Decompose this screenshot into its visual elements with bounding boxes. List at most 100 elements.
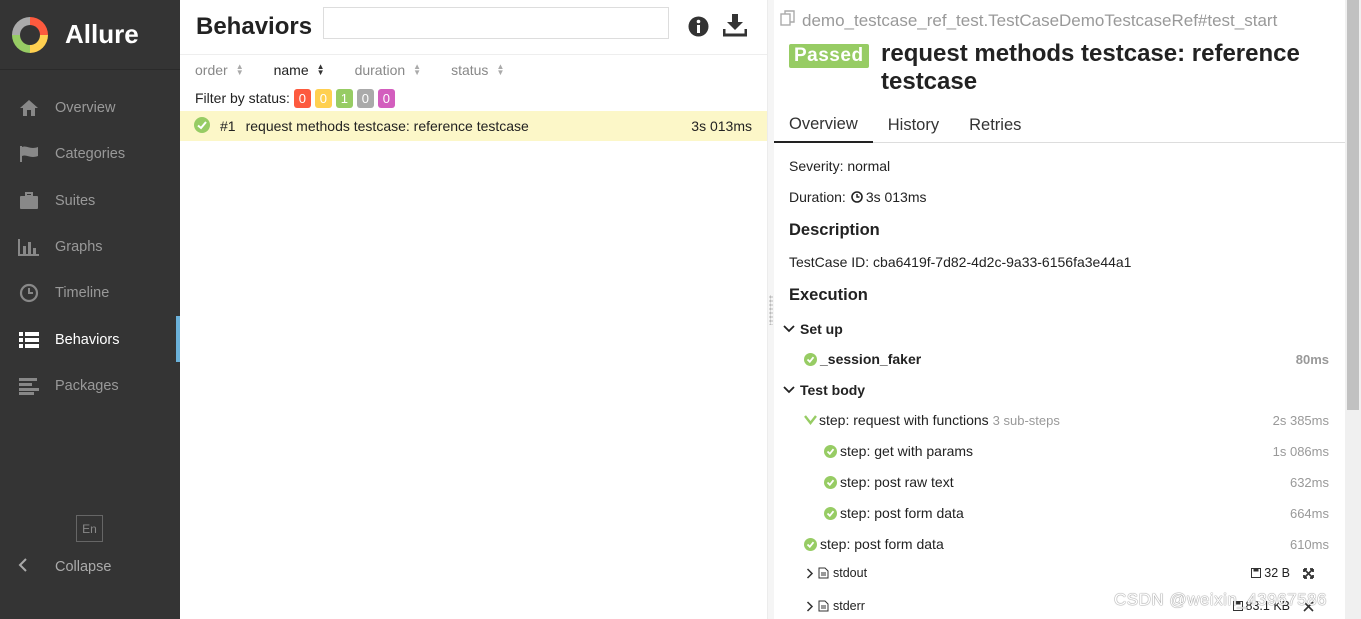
step-row[interactable]: step: post form data 664ms bbox=[824, 505, 1329, 521]
sidebar-item-label: Graphs bbox=[55, 239, 103, 256]
sort-icon: ▲ ▼ bbox=[316, 62, 325, 77]
sort-label: name bbox=[273, 62, 309, 78]
sidebar-item-label: Suites bbox=[55, 192, 96, 209]
step-time: 632ms bbox=[1289, 474, 1329, 490]
filter-broken-badge[interactable]: 0 bbox=[314, 88, 332, 108]
sidebar-item-label: Timeline bbox=[55, 285, 110, 302]
briefcase-icon bbox=[18, 190, 40, 212]
step-name: _session_faker bbox=[820, 351, 922, 367]
filter-skipped-badge[interactable]: 0 bbox=[356, 88, 374, 108]
save-icon bbox=[1251, 568, 1262, 578]
passed-icon bbox=[804, 352, 817, 366]
tab-history[interactable]: History bbox=[873, 108, 954, 143]
expand-icon[interactable] bbox=[1303, 567, 1314, 579]
testcase-tabs: Overview History Retries bbox=[774, 108, 1345, 143]
step-substeps: 3 sub-steps bbox=[992, 412, 1060, 428]
sort-duration[interactable]: duration ▲ ▼ bbox=[355, 62, 422, 78]
passed-icon bbox=[824, 444, 837, 458]
sidebar-item-behaviors[interactable]: Behaviors bbox=[0, 316, 180, 363]
passed-icon bbox=[804, 537, 817, 551]
attachment-stdout[interactable]: stdout 32 B bbox=[806, 566, 1329, 580]
info-icon[interactable] bbox=[688, 16, 709, 40]
step-row[interactable]: step: get with params 1s 086ms bbox=[824, 443, 1329, 459]
copy-icon[interactable] bbox=[780, 10, 796, 31]
row-number: #1 bbox=[220, 118, 236, 134]
chevron-down-icon bbox=[804, 415, 817, 425]
sidebar-item-suites[interactable]: Suites bbox=[0, 178, 180, 224]
list-icon bbox=[18, 329, 40, 351]
row-duration: 3s 013ms bbox=[691, 118, 752, 134]
passed-icon bbox=[824, 475, 837, 489]
watermark: CSDN @weixin_43967586 bbox=[1114, 590, 1327, 609]
duration-value: 3s 013ms bbox=[865, 189, 927, 205]
chevron-right-icon bbox=[806, 600, 814, 612]
sidebar: Allure Overview Categories Suites Graphs bbox=[0, 0, 180, 619]
status-filter: Filter by status: 0 0 1 0 0 bbox=[180, 85, 767, 111]
brand[interactable]: Allure bbox=[0, 0, 180, 70]
step-row[interactable]: step: post raw text 632ms bbox=[824, 474, 1329, 490]
sidebar-item-overview[interactable]: Overview bbox=[0, 85, 180, 131]
description-text: TestCase ID: cba6419f-7d82-4d2c-9a33-615… bbox=[789, 254, 1132, 270]
align-left-icon bbox=[18, 375, 40, 397]
filter-failed-badge[interactable]: 0 bbox=[293, 88, 311, 108]
language-button[interactable]: En bbox=[76, 515, 103, 542]
table-row[interactable]: #1 request methods testcase: reference t… bbox=[180, 111, 767, 141]
step-time: 80ms bbox=[1295, 351, 1329, 367]
sort-order[interactable]: order ▲ ▼ bbox=[195, 62, 244, 78]
sort-icon: ▲ ▼ bbox=[235, 62, 244, 77]
scrollbar-thumb[interactable] bbox=[1347, 0, 1359, 410]
attachment-size: 32 B bbox=[1251, 566, 1314, 580]
severity: Severity: normal bbox=[789, 158, 891, 174]
sidebar-item-timeline[interactable]: Timeline bbox=[0, 270, 180, 316]
sort-status[interactable]: status ▲ ▼ bbox=[451, 62, 504, 78]
attachment-name: stdout bbox=[833, 566, 868, 580]
step-time: 1s 086ms bbox=[1272, 443, 1329, 459]
collapse-button[interactable]: Collapse bbox=[18, 556, 111, 577]
pane-splitter[interactable] bbox=[767, 0, 774, 619]
sort-label: order bbox=[195, 62, 228, 78]
file-icon bbox=[818, 600, 829, 612]
bar-chart-icon bbox=[18, 236, 40, 258]
sidebar-item-categories[interactable]: Categories bbox=[0, 131, 180, 177]
filter-passed-badge[interactable]: 1 bbox=[335, 88, 353, 108]
download-icon[interactable] bbox=[722, 13, 748, 40]
sidebar-item-packages[interactable]: Packages bbox=[0, 363, 180, 409]
passed-icon bbox=[194, 116, 210, 136]
breadcrumb-text: demo_testcase_ref_test.TestCaseDemoTestc… bbox=[802, 10, 1278, 30]
passed-icon bbox=[824, 506, 837, 520]
filter-unknown-badge[interactable]: 0 bbox=[377, 88, 395, 108]
step-time: 664ms bbox=[1289, 505, 1329, 521]
search-input[interactable] bbox=[323, 7, 669, 39]
sidebar-item-graphs[interactable]: Graphs bbox=[0, 224, 180, 270]
testcase-pane: demo_testcase_ref_test.TestCaseDemoTestc… bbox=[774, 0, 1345, 619]
tab-overview[interactable]: Overview bbox=[774, 108, 873, 143]
execution-heading: Execution bbox=[789, 286, 868, 304]
brand-name: Allure bbox=[65, 19, 139, 49]
row-name: request methods testcase: reference test… bbox=[245, 118, 529, 134]
page-title: Behaviors bbox=[196, 13, 313, 40]
step-name: step: post raw text bbox=[840, 474, 954, 490]
setup-heading: Set up bbox=[800, 321, 843, 337]
setup-step[interactable]: _session_faker 80ms bbox=[804, 351, 1329, 367]
sort-bar: order ▲ ▼ name ▲ ▼ duration ▲ ▼ status ▲ ▼ bbox=[180, 55, 767, 85]
setup-section[interactable]: Set up bbox=[783, 321, 843, 337]
testbody-section[interactable]: Test body bbox=[783, 382, 865, 398]
drag-handle-icon bbox=[769, 295, 773, 325]
file-icon bbox=[818, 567, 829, 579]
clock-icon bbox=[18, 282, 40, 304]
description-heading: Description bbox=[789, 221, 880, 239]
sort-label: status bbox=[451, 62, 489, 78]
sort-label: duration bbox=[354, 62, 406, 78]
step-row[interactable]: step: request with functions 3 sub-steps… bbox=[804, 412, 1329, 428]
sidebar-item-label: Overview bbox=[55, 100, 116, 117]
sort-name[interactable]: name ▲ ▼ bbox=[274, 62, 325, 78]
duration: Duration: 3s 013ms bbox=[789, 189, 927, 205]
clock-icon bbox=[851, 191, 863, 203]
step-name: step: get with params bbox=[840, 443, 974, 459]
tab-retries[interactable]: Retries bbox=[954, 108, 1036, 143]
step-time: 610ms bbox=[1289, 536, 1329, 552]
scrollbar[interactable] bbox=[1345, 0, 1361, 619]
testcase-title: request methods testcase: reference test… bbox=[881, 40, 1300, 95]
step-row[interactable]: step: post form data 610ms bbox=[804, 536, 1329, 552]
home-icon bbox=[18, 97, 40, 119]
